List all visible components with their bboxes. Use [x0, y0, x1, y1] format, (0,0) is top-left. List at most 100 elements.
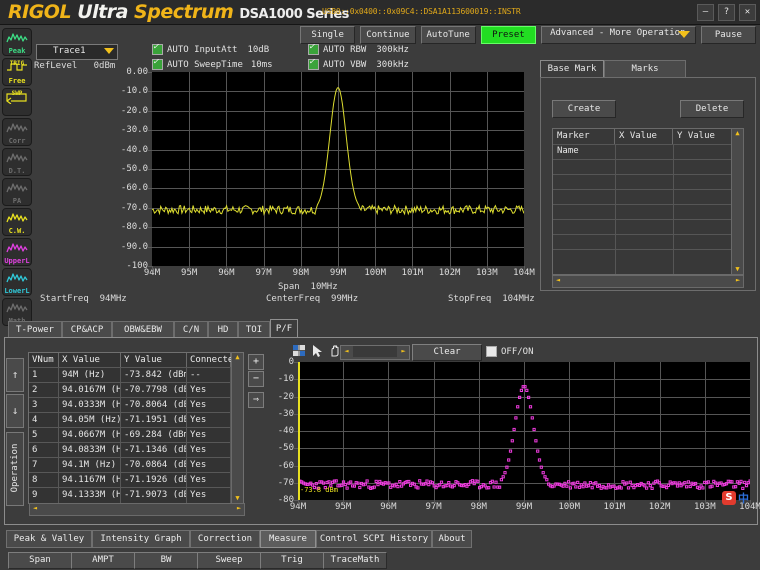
- measure-tab-obw-ebw[interactable]: OBW&EBW: [112, 321, 174, 338]
- rail-pa-icon[interactable]: PA: [2, 178, 32, 206]
- table-row[interactable]: 794.1M (Hz)-70.0864 (dBm)Yes: [29, 457, 231, 473]
- scroll-up-icon[interactable]: ▲: [232, 353, 243, 362]
- auto-vbw-row[interactable]: AUTO VBW 300kHz: [308, 59, 409, 70]
- marker-table-vscrollbar[interactable]: ▲ ▼: [731, 129, 743, 274]
- scroll-right-icon[interactable]: ►: [234, 504, 244, 513]
- cursor-icon[interactable]: [310, 344, 325, 358]
- advanced-operation-dropdown[interactable]: Advanced - More Operation: [541, 26, 696, 44]
- marker-row-empty[interactable]: [553, 189, 743, 205]
- clear-button[interactable]: Clear: [412, 344, 482, 361]
- help-icon[interactable]: ?: [718, 4, 735, 21]
- spinner-value[interactable]: [353, 346, 397, 357]
- marker-row-empty[interactable]: [553, 219, 743, 235]
- auto-vbw-checkbox[interactable]: [308, 59, 319, 70]
- auto-rbw-checkbox[interactable]: [308, 44, 319, 55]
- bottom-menu-trig[interactable]: Trig: [260, 552, 324, 569]
- preset-button[interactable]: Preset: [481, 26, 536, 44]
- table-row[interactable]: 694.0833M (Hz)-71.1346 (dBm)Yes: [29, 442, 231, 458]
- auto-sweeptime-checkbox[interactable]: [152, 59, 163, 70]
- measure-tab-p-f[interactable]: P/F: [270, 319, 298, 338]
- dtable-hscrollbar[interactable]: ◄►: [29, 503, 245, 516]
- marker-row-empty[interactable]: [553, 234, 743, 250]
- bottom-ytick-mark: [294, 414, 298, 415]
- tab-base-mark[interactable]: Base Mark: [540, 60, 604, 78]
- scroll-left-icon[interactable]: ◄: [30, 504, 40, 513]
- measure-tab-toi[interactable]: TOI: [238, 321, 270, 338]
- bottom-menu-span[interactable]: Span: [8, 552, 72, 569]
- rail-cw-icon[interactable]: C.W.: [2, 208, 32, 236]
- top-spectrum-chart[interactable]: [152, 72, 524, 266]
- scroll-down-icon[interactable]: ▼: [732, 265, 743, 274]
- scroll-down-icon[interactable]: ▼: [232, 494, 243, 503]
- dtable-vscrollbar[interactable]: ▲▼: [231, 353, 243, 503]
- bottom-menu-tracemath[interactable]: TraceMath: [323, 552, 387, 569]
- table-row[interactable]: 594.0667M (Hz)-69.284 (dBm)Yes: [29, 427, 231, 443]
- rail-upper-limit-icon[interactable]: UpperL: [2, 238, 32, 266]
- marker-row-empty[interactable]: [553, 144, 743, 160]
- delete-marker-button[interactable]: Delete: [680, 100, 744, 118]
- pause-button[interactable]: Pause: [701, 26, 756, 44]
- ime-mode-label[interactable]: 中: [738, 490, 749, 506]
- tab-marks-operation[interactable]: Marks Operation: [604, 60, 686, 78]
- rail-corr-icon[interactable]: Corr: [2, 118, 32, 146]
- top-ytick-0: 0.00: [104, 67, 148, 77]
- spinner-right-icon[interactable]: ►: [398, 346, 409, 357]
- scroll-up-icon[interactable]: ▲: [732, 129, 743, 138]
- rail-lower-limit-icon[interactable]: LowerL: [2, 268, 32, 296]
- move-up-button[interactable]: ↑: [6, 358, 24, 392]
- auto-rbw-row[interactable]: AUTO RBW 300kHz: [308, 44, 409, 55]
- marker-row-empty[interactable]: [553, 249, 743, 265]
- lower-chart-spinner[interactable]: ◄ ►: [340, 345, 410, 360]
- bottom-nav-intensity-graph[interactable]: Intensity Graph: [92, 530, 190, 548]
- auto-inputatt-row[interactable]: AUTO InputAtt 10dB: [152, 44, 269, 55]
- auto-inputatt-checkbox[interactable]: [152, 44, 163, 55]
- marker-row-empty[interactable]: [553, 204, 743, 220]
- table-row[interactable]: 994.1333M (Hz)-71.9073 (dBm)Yes: [29, 487, 231, 503]
- scroll-right-icon[interactable]: ►: [733, 276, 743, 285]
- marker-row-empty[interactable]: [553, 159, 743, 175]
- table-row[interactable]: 294.0167M (Hz)-70.7798 (dBm)Yes: [29, 382, 231, 398]
- bottom-nav-correction[interactable]: Correction: [190, 530, 260, 548]
- rail-peak-icon[interactable]: Peak: [2, 28, 32, 56]
- bottom-menu-ampt[interactable]: AMPT: [71, 552, 135, 569]
- trace-select-dropdown[interactable]: Trace1: [36, 44, 118, 60]
- rail-trig-free-toplabel: TRIG: [3, 60, 31, 67]
- marker-table-hscrollbar[interactable]: ◄ ►: [552, 275, 744, 288]
- table-row[interactable]: 194M (Hz)-73.842 (dBm)--: [29, 367, 231, 383]
- auto-sweeptime-row[interactable]: AUTO SweepTime 10ms: [152, 59, 273, 70]
- measure-tab-hd[interactable]: HD: [208, 321, 238, 338]
- scroll-left-icon[interactable]: ◄: [553, 276, 563, 285]
- offon-checkbox[interactable]: [486, 346, 497, 357]
- measure-tab-cp-acp[interactable]: CP&ACP: [62, 321, 112, 338]
- bottom-nav-peak-valley[interactable]: Peak & Valley: [6, 530, 92, 548]
- move-down-button[interactable]: ↓: [6, 394, 24, 428]
- rail-dt-icon[interactable]: D.T.: [2, 148, 32, 176]
- operation-tab[interactable]: Operation: [6, 432, 24, 506]
- close-icon[interactable]: ✕: [739, 4, 756, 21]
- bottom-nav-about[interactable]: About: [432, 530, 472, 548]
- grid-icon[interactable]: [292, 344, 307, 358]
- ime-indicator[interactable]: S 中: [722, 490, 756, 505]
- create-marker-button[interactable]: Create: [552, 100, 616, 118]
- continue-button[interactable]: Continue: [360, 26, 415, 44]
- table-row[interactable]: 394.0333M (Hz)-70.8064 (dBm)Yes: [29, 397, 231, 413]
- marker-table[interactable]: Marker Name X Value Y Value ▲ ▼: [552, 128, 744, 275]
- measure-tab-c-n[interactable]: C/N: [174, 321, 208, 338]
- bottom-menu-sweep[interactable]: Sweep: [197, 552, 261, 569]
- bottom-nav-control-scpi-history[interactable]: Control SCPI History: [316, 530, 432, 548]
- minimize-icon[interactable]: —: [697, 4, 714, 21]
- bottom-menu-bw[interactable]: BW: [134, 552, 198, 569]
- table-row[interactable]: 894.1167M (Hz)-71.1926 (dBm)Yes: [29, 472, 231, 488]
- offon-row[interactable]: OFF/ON: [486, 346, 534, 357]
- bottom-spectrum-chart[interactable]: -73.8 dBm: [298, 362, 750, 500]
- bottom-nav-measure[interactable]: Measure: [260, 530, 316, 548]
- measure-tab-t-power[interactable]: T-Power: [8, 321, 62, 338]
- marker-row-empty[interactable]: [553, 174, 743, 190]
- table-row[interactable]: 494.05M (Hz)-71.1951 (dBm)Yes: [29, 412, 231, 428]
- rail-sweep-icon[interactable]: SWP: [2, 88, 32, 116]
- autotune-button[interactable]: AutoTune: [421, 26, 476, 44]
- title-bar: RIGOL Ultra Spectrum DSA1000 Series USB0…: [0, 0, 760, 25]
- spinner-left-icon[interactable]: ◄: [341, 346, 352, 357]
- rail-trig-free-icon[interactable]: TRIGFree: [2, 58, 32, 86]
- pass-fail-data-table[interactable]: VNumX ValueY ValueConnected194M (Hz)-73.…: [28, 352, 244, 504]
